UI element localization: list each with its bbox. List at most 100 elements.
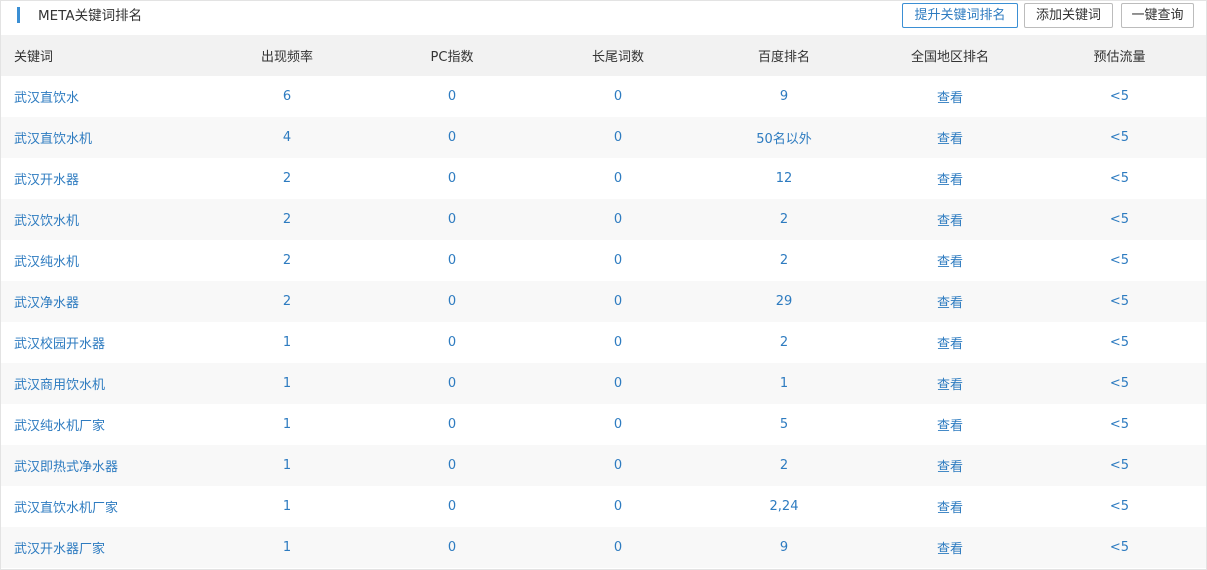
pc-index-cell: 0 <box>447 417 457 432</box>
frequency-cell[interactable]: 1 <box>205 322 369 363</box>
keyword-link[interactable]: 武汉净水器 <box>1 281 205 322</box>
column-header-pc-index: PC指数 <box>430 50 474 65</box>
longtail-count-cell[interactable]: 0 <box>535 363 701 404</box>
keyword-link[interactable]: 武汉纯水机 <box>1 240 205 281</box>
longtail-count-cell[interactable]: 0 <box>535 281 701 322</box>
view-region-rank-link[interactable]: 查看 <box>867 76 1033 117</box>
frequency-cell[interactable]: 2 <box>205 158 369 199</box>
baidu-rank-cell: 29 <box>775 294 793 309</box>
view-region-rank-link[interactable]: 查看 <box>867 404 1033 445</box>
view-region-rank-link[interactable]: 查看 <box>867 281 1033 322</box>
keyword-link[interactable]: 武汉校园开水器 <box>1 322 205 363</box>
estimated-traffic-cell: <5 <box>1109 253 1130 268</box>
baidu-rank-cell: 2,24 <box>769 499 799 514</box>
keyword-link[interactable]: 武汉饮水机 <box>1 199 205 240</box>
longtail-count-cell[interactable]: 0 <box>535 322 701 363</box>
view-region-rank-link[interactable]: 查看 <box>867 445 1033 486</box>
estimated-traffic-cell: <5 <box>1109 499 1130 514</box>
keyword-link[interactable]: 武汉即热式净水器 <box>1 445 205 486</box>
longtail-count-cell[interactable]: 0 <box>535 445 701 486</box>
keyword-link[interactable]: 武汉直饮水机厂家 <box>1 486 205 527</box>
baidu-rank-cell: 2 <box>779 212 789 227</box>
pc-index-cell: 0 <box>447 253 457 268</box>
table-row: 武汉纯水机厂家 1 0 0 5 查看 <5 <box>1 404 1206 445</box>
table-header-row: 关键词 出现频率 PC指数 长尾词数 百度排名 全国地区排名 预估流量 <box>1 35 1206 76</box>
table-row: 武汉饮水机 2 0 0 2 查看 <5 <box>1 199 1206 240</box>
longtail-count-cell[interactable]: 0 <box>535 486 701 527</box>
keyword-link[interactable]: 武汉商用饮水机 <box>1 363 205 404</box>
table-row: 武汉开水器 2 0 0 12 查看 <5 <box>1 158 1206 199</box>
table-row: 武汉校园开水器 1 0 0 2 查看 <5 <box>1 322 1206 363</box>
baidu-rank-cell: 9 <box>779 89 789 104</box>
baidu-rank-cell: 2 <box>779 458 789 473</box>
frequency-cell[interactable]: 1 <box>205 486 369 527</box>
frequency-cell[interactable]: 1 <box>205 404 369 445</box>
view-region-rank-link[interactable]: 查看 <box>867 322 1033 363</box>
view-region-rank-link[interactable]: 查看 <box>867 199 1033 240</box>
view-region-rank-link[interactable]: 查看 <box>867 486 1033 527</box>
estimated-traffic-cell: <5 <box>1109 335 1130 350</box>
estimated-traffic-cell: <5 <box>1109 130 1130 145</box>
table-row: 武汉纯水机 2 0 0 2 查看 <5 <box>1 240 1206 281</box>
keyword-ranking-table: 关键词 出现频率 PC指数 长尾词数 百度排名 全国地区排名 预估流量 武汉直饮… <box>1 35 1206 568</box>
add-keyword-button[interactable]: 添加关键词 <box>1024 3 1113 28</box>
longtail-count-cell[interactable]: 0 <box>535 240 701 281</box>
baidu-rank-cell: 12 <box>775 171 793 186</box>
pc-index-cell: 0 <box>447 376 457 391</box>
frequency-cell[interactable]: 6 <box>205 76 369 117</box>
longtail-count-cell[interactable]: 0 <box>535 117 701 158</box>
table-body: 武汉直饮水 6 0 0 9 查看 <5 武汉直饮水机 4 0 0 50名以外 查看 <5 武汉开水器 2 0 0 1… <box>1 76 1206 568</box>
baidu-rank-cell: 1 <box>779 376 789 391</box>
keyword-link[interactable]: 武汉纯水机厂家 <box>1 404 205 445</box>
baidu-rank-cell: 50名以外 <box>756 132 812 147</box>
keyword-link[interactable]: 武汉开水器厂家 <box>1 527 205 568</box>
view-region-rank-link[interactable]: 查看 <box>867 527 1033 568</box>
frequency-cell[interactable]: 2 <box>205 281 369 322</box>
longtail-count-cell[interactable]: 0 <box>535 527 701 568</box>
column-header-region-rank: 全国地区排名 <box>910 50 989 65</box>
column-header-traffic: 预估流量 <box>1093 50 1146 65</box>
view-region-rank-link[interactable]: 查看 <box>867 240 1033 281</box>
estimated-traffic-cell: <5 <box>1109 376 1130 391</box>
table-row: 武汉开水器厂家 1 0 0 9 查看 <5 <box>1 527 1206 568</box>
frequency-cell[interactable]: 1 <box>205 445 369 486</box>
improve-ranking-button[interactable]: 提升关键词排名 <box>902 3 1018 28</box>
keyword-link[interactable]: 武汉开水器 <box>1 158 205 199</box>
frequency-cell[interactable]: 4 <box>205 117 369 158</box>
pc-index-cell: 0 <box>447 458 457 473</box>
table-row: 武汉直饮水机 4 0 0 50名以外 查看 <5 <box>1 117 1206 158</box>
frequency-cell[interactable]: 1 <box>205 527 369 568</box>
pc-index-cell: 0 <box>447 540 457 555</box>
view-region-rank-link[interactable]: 查看 <box>867 158 1033 199</box>
pc-index-cell: 0 <box>447 335 457 350</box>
panel-title: META关键词排名 <box>38 8 143 24</box>
baidu-rank-cell: 5 <box>779 417 789 432</box>
longtail-count-cell[interactable]: 0 <box>535 158 701 199</box>
frequency-cell[interactable]: 2 <box>205 199 369 240</box>
view-region-rank-link[interactable]: 查看 <box>867 117 1033 158</box>
table-row: 武汉直饮水 6 0 0 9 查看 <5 <box>1 76 1206 117</box>
view-region-rank-link[interactable]: 查看 <box>867 363 1033 404</box>
longtail-count-cell[interactable]: 0 <box>535 199 701 240</box>
pc-index-cell: 0 <box>447 130 457 145</box>
baidu-rank-cell: 9 <box>779 540 789 555</box>
estimated-traffic-cell: <5 <box>1109 417 1130 432</box>
column-header-frequency: 出现频率 <box>260 50 313 65</box>
pc-index-cell: 0 <box>447 212 457 227</box>
pc-index-cell: 0 <box>447 89 457 104</box>
keyword-link[interactable]: 武汉直饮水机 <box>1 117 205 158</box>
longtail-count-cell[interactable]: 0 <box>535 404 701 445</box>
keyword-link[interactable]: 武汉直饮水 <box>1 76 205 117</box>
title-accent-bar <box>17 7 20 23</box>
column-header-baidu-rank: 百度排名 <box>757 50 810 65</box>
estimated-traffic-cell: <5 <box>1109 89 1130 104</box>
estimated-traffic-cell: <5 <box>1109 540 1130 555</box>
table-row: 武汉直饮水机厂家 1 0 0 2,24 查看 <5 <box>1 486 1206 527</box>
frequency-cell[interactable]: 1 <box>205 363 369 404</box>
one-click-query-button[interactable]: 一键查询 <box>1121 3 1194 28</box>
estimated-traffic-cell: <5 <box>1109 458 1130 473</box>
frequency-cell[interactable]: 2 <box>205 240 369 281</box>
pc-index-cell: 0 <box>447 294 457 309</box>
longtail-count-cell[interactable]: 0 <box>535 76 701 117</box>
pc-index-cell: 0 <box>447 499 457 514</box>
